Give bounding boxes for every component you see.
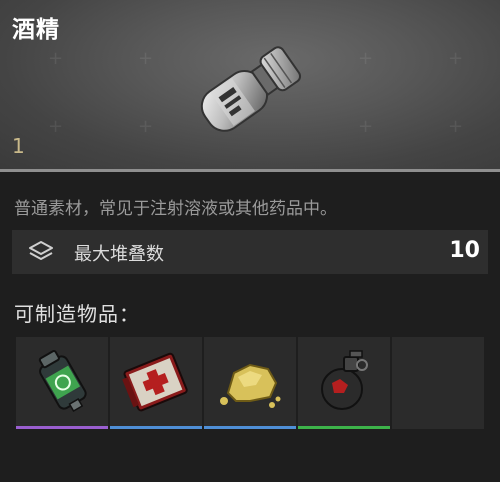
item-title: 酒精 [12,17,60,43]
craftable-slot-stim-injector[interactable] [16,337,108,429]
rarity-bar [204,426,296,429]
craftable-slot-empty [392,337,484,429]
max-stack-label: 最大堆叠数 [74,244,164,265]
rarity-bar [298,426,390,429]
item-header: + + + + + + + + 酒精 1 [0,0,500,172]
craftable-items-grid [16,337,488,429]
grid-mark: + [358,116,374,137]
craftable-slot-red-grenade[interactable] [298,337,390,429]
stim-injector-icon [38,350,87,413]
item-detail-panel: + + + + + + + + 酒精 1 普通素材，常见于注射溶液或其他药品中。… [0,0,500,482]
gold-nugget-icon [220,363,281,408]
grid-mark: + [448,48,464,69]
grid-mark: + [448,116,464,137]
header-divider [0,169,500,172]
max-stack-value: 10 [449,238,480,263]
grid-mark: + [138,116,154,137]
craftable-slot-gold-nugget[interactable] [204,337,296,429]
grid-mark: + [48,48,64,69]
craftable-slot-medkit[interactable] [110,337,202,429]
grid-mark: + [358,48,374,69]
alcohol-vial-icon [200,46,302,132]
item-description: 普通素材，常见于注射溶液或其他药品中。 [14,199,337,219]
craftable-items-heading: 可制造物品： [14,302,140,326]
layers-icon [29,241,53,260]
grid-mark: + [48,116,64,137]
red-grenade-icon [321,350,368,410]
rarity-bar [110,426,202,429]
rarity-bar [16,426,108,429]
item-quantity: 1 [12,134,25,158]
medkit-icon [122,352,188,412]
max-stack-row: 最大堆叠数 10 [12,230,488,274]
grid-mark: + [138,48,154,69]
